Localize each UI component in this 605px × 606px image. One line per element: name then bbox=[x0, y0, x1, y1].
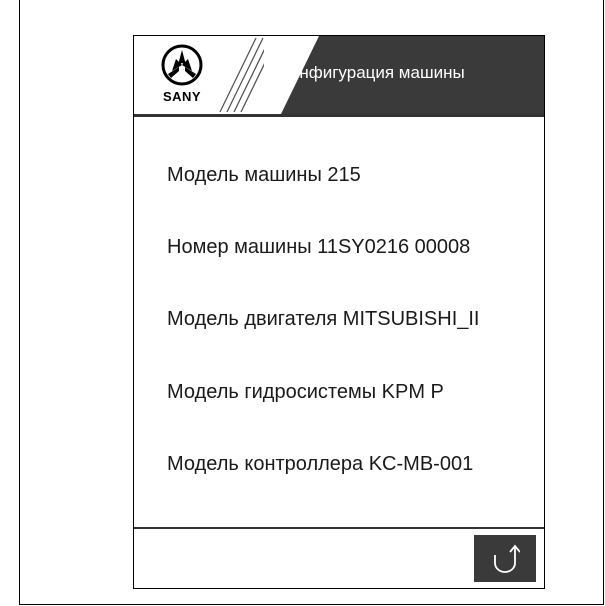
header-divider bbox=[134, 114, 544, 117]
logo-text: SANY bbox=[162, 89, 202, 104]
footer-divider bbox=[134, 527, 544, 529]
machine-model-row: Модель машины 215 bbox=[167, 164, 361, 186]
back-button[interactable] bbox=[474, 535, 536, 582]
controller-model-row: Модель контроллера KC-MB-001 bbox=[167, 453, 474, 475]
sany-logo: SANY bbox=[146, 43, 218, 109]
engine-model-row: Модель двигателя MITSUBISHI_II bbox=[167, 308, 480, 330]
hydraulic-model-row: Модель гидросистемы KPM P bbox=[167, 381, 444, 403]
machine-config-screen: SANY Конфигурация машины Модель машины 2… bbox=[133, 35, 545, 589]
screen-header: SANY Конфигурация машины bbox=[134, 36, 544, 114]
sany-emblem-icon bbox=[161, 44, 203, 86]
document-frame: SANY Конфигурация машины Модель машины 2… bbox=[19, 0, 604, 605]
return-arrow-icon bbox=[494, 544, 520, 573]
page-title: Конфигурация машины bbox=[280, 63, 465, 82]
machine-number-row: Номер машины 11SY0216 00008 bbox=[167, 236, 471, 258]
